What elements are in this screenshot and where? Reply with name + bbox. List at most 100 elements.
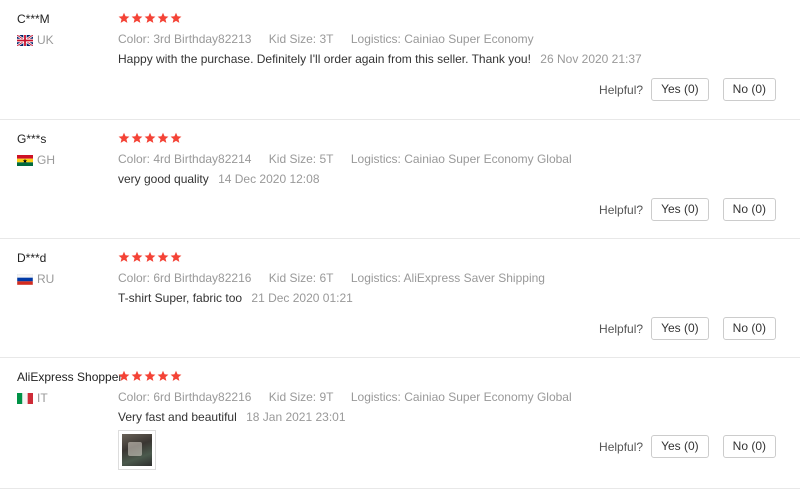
- star-icon: [118, 132, 130, 144]
- logistics-label: Logistics:: [350, 271, 401, 285]
- rating-stars: [118, 370, 182, 382]
- helpful-no-button[interactable]: No (0): [722, 317, 776, 340]
- country-code: RU: [37, 272, 55, 286]
- color-value: 4rd Birthday82214: [153, 152, 252, 166]
- review-sku-info: Color: 4rd Birthday82214 Kid Size: 5T Lo…: [118, 152, 586, 166]
- star-icon: [144, 370, 156, 382]
- review-sku-info: Color: 3rd Birthday82213 Kid Size: 3T Lo…: [118, 32, 548, 46]
- size-label: Kid Size:: [268, 271, 317, 285]
- color-value: 3rd Birthday82213: [153, 32, 252, 46]
- star-icon: [131, 132, 143, 144]
- rating-stars: [118, 12, 182, 24]
- size-value: 9T: [319, 390, 334, 404]
- size-label: Kid Size:: [268, 32, 317, 46]
- reviewer-country: IT: [17, 391, 48, 405]
- rating-stars: [118, 132, 182, 144]
- review-sku-info: Color: 6rd Birthday82216 Kid Size: 9T Lo…: [118, 390, 586, 404]
- country-code: GH: [37, 153, 55, 167]
- helpful-label: Helpful?: [599, 202, 644, 217]
- star-icon: [131, 12, 143, 24]
- review-photo-thumbnail[interactable]: [118, 430, 156, 470]
- review-content: very good quality 14 Dec 2020 12:08: [118, 172, 320, 186]
- helpful-vote: Helpful? Yes (0) No (0): [599, 78, 776, 101]
- review-content: T-shirt Super, fabric too 21 Dec 2020 01…: [118, 291, 353, 305]
- color-value: 6rd Birthday82216: [153, 390, 252, 404]
- star-icon: [170, 370, 182, 382]
- color-label: Color:: [118, 32, 151, 46]
- color-value: 6rd Birthday82216: [153, 271, 252, 285]
- helpful-label: Helpful?: [599, 82, 644, 97]
- helpful-yes-button[interactable]: Yes (0): [651, 317, 709, 340]
- reviewer-name: C***M: [17, 12, 50, 26]
- helpful-yes-button[interactable]: Yes (0): [651, 78, 709, 101]
- star-icon: [144, 12, 156, 24]
- reviewer-name: G***s: [17, 132, 47, 146]
- size-value: 6T: [319, 271, 334, 285]
- helpful-label: Helpful?: [599, 439, 644, 454]
- logistics-value: Cainiao Super Economy: [404, 32, 534, 46]
- flag-ru-icon: [17, 273, 33, 285]
- helpful-label: Helpful?: [599, 321, 644, 336]
- color-label: Color:: [118, 390, 151, 404]
- flag-it-icon: [17, 392, 33, 404]
- reviewer-country: GH: [17, 153, 55, 167]
- star-icon: [157, 132, 169, 144]
- reviewer-country: UK: [17, 33, 54, 47]
- star-icon: [118, 370, 130, 382]
- color-label: Color:: [118, 271, 151, 285]
- review-text: T-shirt Super, fabric too: [118, 291, 243, 305]
- review-sku-info: Color: 6rd Birthday82216 Kid Size: 6T Lo…: [118, 271, 559, 285]
- review-time: 18 Jan 2021 23:01: [246, 410, 346, 424]
- flag-uk-icon: [17, 34, 33, 46]
- size-label: Kid Size:: [268, 152, 317, 166]
- logistics-value: Cainiao Super Economy Global: [404, 390, 572, 404]
- reviewer-name: D***d: [17, 251, 47, 265]
- star-icon: [157, 370, 169, 382]
- star-icon: [131, 251, 143, 263]
- flag-gh-icon: [17, 154, 33, 166]
- review-text: Happy with the purchase. Definitely I'll…: [118, 52, 531, 66]
- review-time: 14 Dec 2020 12:08: [218, 172, 320, 186]
- review-text: very good quality: [118, 172, 209, 186]
- helpful-no-button[interactable]: No (0): [722, 198, 776, 221]
- color-label: Color:: [118, 152, 151, 166]
- review-item: D***d RU Color: 6rd Birthday82216 Kid Si: [0, 239, 800, 358]
- review-item: AliExpress Shopper IT Color: 6rd Birthda…: [0, 358, 800, 489]
- review-time: 26 Nov 2020 21:37: [540, 52, 642, 66]
- helpful-no-button[interactable]: No (0): [722, 435, 776, 458]
- logistics-value: Cainiao Super Economy Global: [404, 152, 572, 166]
- star-icon: [144, 251, 156, 263]
- star-icon: [118, 251, 130, 263]
- helpful-yes-button[interactable]: Yes (0): [651, 198, 709, 221]
- helpful-yes-button[interactable]: Yes (0): [651, 435, 709, 458]
- logistics-label: Logistics:: [350, 32, 401, 46]
- star-icon: [157, 251, 169, 263]
- helpful-vote: Helpful? Yes (0) No (0): [599, 198, 776, 221]
- review-item: G***s GH Color: 4rd Birthday82214 Kid Si: [0, 120, 800, 239]
- helpful-no-button[interactable]: No (0): [722, 78, 776, 101]
- reviewer-name: AliExpress Shopper: [17, 370, 123, 384]
- star-icon: [157, 12, 169, 24]
- star-icon: [170, 12, 182, 24]
- country-code: UK: [37, 33, 54, 47]
- star-icon: [131, 370, 143, 382]
- size-value: 3T: [319, 32, 334, 46]
- logistics-value: AliExpress Saver Shipping: [403, 271, 545, 285]
- review-content: Happy with the purchase. Definitely I'll…: [118, 52, 642, 66]
- rating-stars: [118, 251, 182, 263]
- country-code: IT: [37, 391, 48, 405]
- logistics-label: Logistics:: [350, 390, 401, 404]
- star-icon: [170, 251, 182, 263]
- review-content: Very fast and beautiful 18 Jan 2021 23:0…: [118, 410, 346, 424]
- star-icon: [170, 132, 182, 144]
- review-list: C***M UK Color: 3rd Birthday82213 Kid Si…: [0, 0, 800, 489]
- review-time: 21 Dec 2020 01:21: [251, 291, 353, 305]
- logistics-label: Logistics:: [350, 152, 401, 166]
- review-text: Very fast and beautiful: [118, 410, 237, 424]
- helpful-vote: Helpful? Yes (0) No (0): [599, 317, 776, 340]
- size-label: Kid Size:: [268, 390, 317, 404]
- reviewer-country: RU: [17, 272, 54, 286]
- helpful-vote: Helpful? Yes (0) No (0): [599, 435, 776, 458]
- size-value: 5T: [319, 152, 334, 166]
- star-icon: [118, 12, 130, 24]
